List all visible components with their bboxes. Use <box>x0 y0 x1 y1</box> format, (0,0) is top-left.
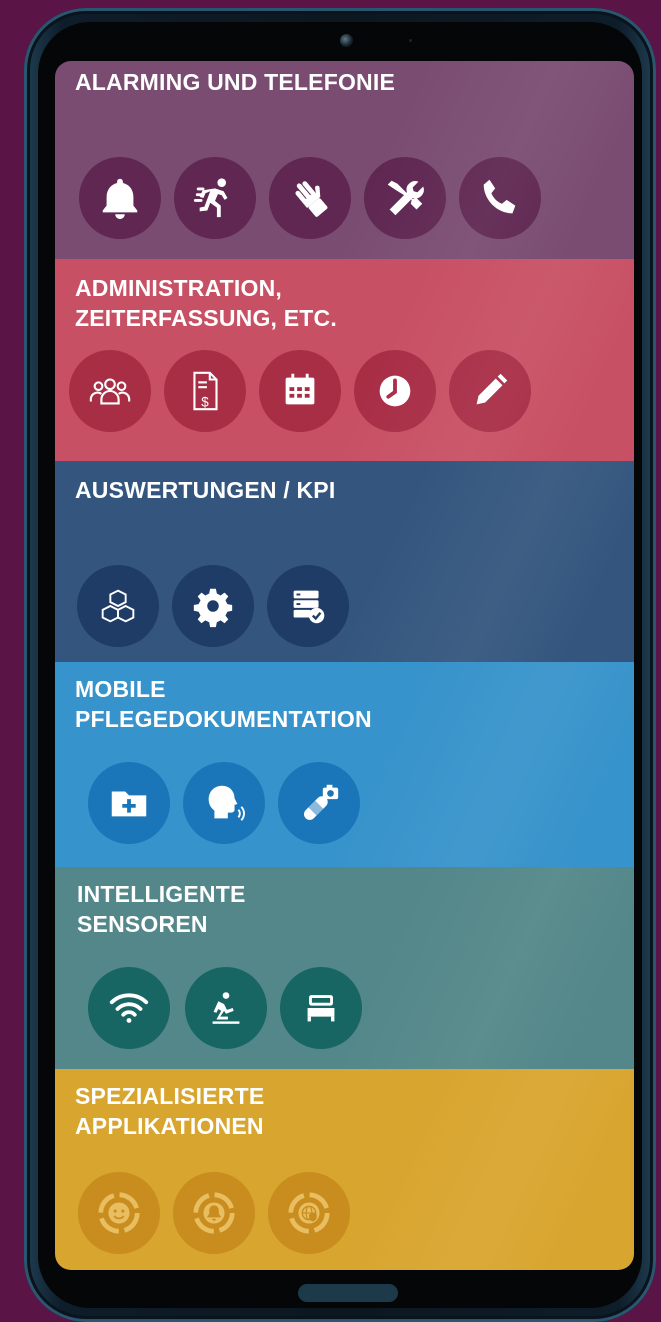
smiley-icon <box>98 1192 140 1234</box>
globe-shield-icon <box>288 1192 330 1234</box>
section-title: AUSWERTUNGEN / KPI <box>75 477 336 503</box>
wifi-button[interactable] <box>88 967 170 1049</box>
gear-icon <box>193 588 233 628</box>
bandage-camera-icon <box>303 784 339 820</box>
calendar-icon <box>285 373 315 405</box>
users-group-button[interactable] <box>69 350 151 432</box>
section-title: ADMINISTRATION, ZEITERFASSUNG, ETC. <box>75 275 337 331</box>
phone-frame: ALARMING UND TELEFONIE ADMINISTRATION, Z… <box>24 8 656 1322</box>
pencil-button[interactable] <box>449 350 531 432</box>
section-title: ALARMING UND TELEFONIE <box>75 69 395 95</box>
phone-screen: ALARMING UND TELEFONIE ADMINISTRATION, Z… <box>55 61 634 1270</box>
section-title: MOBILE PFLEGEDOKUMENTATION <box>75 676 372 732</box>
speaking-head-icon <box>208 785 245 821</box>
medical-folder-icon <box>111 791 147 817</box>
wound-photo-button[interactable] <box>278 762 360 844</box>
clock-button[interactable] <box>354 350 436 432</box>
alarm-app-button[interactable] <box>173 1172 255 1254</box>
tools-button[interactable] <box>364 157 446 239</box>
proximity-sensor <box>409 39 412 42</box>
home-indicator[interactable] <box>298 1284 398 1302</box>
section-title: INTELLIGENTE SENSOREN <box>77 881 246 937</box>
bed-icon <box>307 995 335 1022</box>
running-person-button[interactable] <box>174 157 256 239</box>
hand-button[interactable] <box>269 157 351 239</box>
section-alarming-und-telefonie: ALARMING UND TELEFONIE <box>55 61 634 259</box>
bell-icon <box>102 178 138 220</box>
person-falling-icon <box>212 992 240 1024</box>
section-intelligente-sensoren: INTELLIGENTE SENSOREN <box>55 867 634 1069</box>
svg-text:$: $ <box>201 394 209 409</box>
section-title: SPEZIALISIERTE APPLIKATIONEN <box>75 1083 265 1139</box>
settings-button[interactable] <box>172 565 254 647</box>
bell-target-icon <box>193 1192 235 1234</box>
front-camera <box>340 34 353 47</box>
section-mobile-pflegedokumentation: MOBILE PFLEGEDOKUMENTATION <box>55 662 634 867</box>
security-app-button[interactable] <box>268 1172 350 1254</box>
phone-call-button[interactable] <box>459 157 541 239</box>
wrench-screwdriver-icon <box>387 180 424 216</box>
cubes-icon <box>101 589 135 623</box>
server-check-button[interactable] <box>267 565 349 647</box>
voice-button[interactable] <box>183 762 265 844</box>
phone-icon <box>483 179 516 214</box>
bell-button[interactable] <box>79 157 161 239</box>
invoice-dollar-icon: $ <box>193 371 218 411</box>
users-group-icon <box>89 378 131 405</box>
section-spezialisierte-applikationen: SPEZIALISIERTE APPLIKATIONEN <box>55 1069 634 1270</box>
invoice-button[interactable]: $ <box>164 350 246 432</box>
section-auswertungen-kpi: AUSWERTUNGEN / KPI <box>55 461 634 662</box>
smiley-app-button[interactable] <box>78 1172 160 1254</box>
cubes-button[interactable] <box>77 565 159 647</box>
hand-icon <box>295 181 328 217</box>
pencil-icon <box>476 373 508 405</box>
calendar-button[interactable] <box>259 350 341 432</box>
clock-icon <box>379 375 411 407</box>
wifi-icon <box>109 993 149 1023</box>
server-check-icon <box>293 590 325 624</box>
fall-detection-button[interactable] <box>185 967 267 1049</box>
running-person-icon <box>193 178 228 218</box>
bed-sensor-button[interactable] <box>280 967 362 1049</box>
medical-folder-button[interactable] <box>88 762 170 844</box>
section-administration: ADMINISTRATION, ZEITERFASSUNG, ETC. $ <box>55 259 634 461</box>
